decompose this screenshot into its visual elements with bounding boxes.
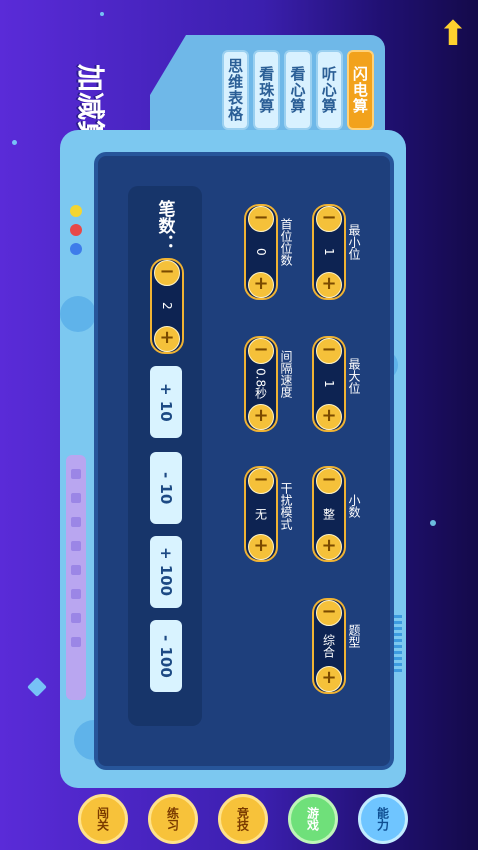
min-digits-stepper[interactable]: − 1 + [312,204,346,300]
plus-10-button[interactable]: + 10 [150,366,182,438]
star-decoration [27,677,47,697]
interval-speed-stepper[interactable]: − 0.8秒 + [244,336,278,432]
question-type-stepper[interactable]: − 综合 + [312,598,346,694]
minus-icon[interactable]: − [248,338,274,364]
count-label: 笔数： [154,200,175,251]
practice-button[interactable]: 练习 [148,794,198,844]
star-decoration [100,12,104,16]
tab-mental-view[interactable]: 看心算 [284,50,312,130]
first-digits-value: 0 [254,248,268,256]
compete-button[interactable]: 竞技 [218,794,268,844]
interval-speed-value: 0.8秒 [253,368,268,400]
max-digits-label: 最大位 [347,358,361,394]
indicator-light [70,205,82,217]
plus-icon[interactable]: + [316,534,342,560]
minus-icon[interactable]: − [316,468,342,494]
decimal-stepper[interactable]: − 整 + [312,466,346,562]
plus-icon[interactable]: + [248,271,274,298]
interference-value: 无 [253,508,268,520]
count-value: 2 [160,302,174,310]
first-digits-label: 首位位数 [279,218,293,266]
star-decoration [430,520,436,526]
max-digits-stepper[interactable]: − 1 + [312,336,346,432]
question-type-label: 题型 [347,624,361,648]
interference-stepper[interactable]: − 无 + [244,466,278,562]
max-digits-value: 1 [322,380,336,388]
indicator-light [70,224,82,236]
first-digits-stepper[interactable]: − 0 + [244,204,278,300]
decimal-value: 整 [321,508,336,520]
min-digits-value: 1 [322,248,336,256]
count-stepper[interactable]: − 2 + [150,258,184,354]
tab-abacus-view[interactable]: 看珠算 [253,50,281,130]
plus-100-button[interactable]: + 100 [150,536,182,608]
minus-icon[interactable]: − [316,338,342,364]
question-type-value: 综合 [321,634,336,658]
min-digits-label: 最小位 [347,224,361,260]
decimal-label: 小数 [347,494,361,518]
minus-100-button[interactable]: - 100 [150,620,182,692]
ability-button[interactable]: 能力 [358,794,408,844]
game-button[interactable]: 游戏 [288,794,338,844]
plus-icon[interactable]: + [316,666,342,692]
challenge-button[interactable]: 闯关 [78,794,128,844]
plus-icon[interactable]: + [316,271,342,298]
app-title: 加减算 [74,64,107,149]
plus-icon[interactable]: + [248,534,274,560]
minus-10-button[interactable]: - 10 [150,452,182,524]
bubble-decoration [60,296,96,332]
interval-speed-label: 间隔速度 [279,350,293,398]
indicator-light [70,243,82,255]
plus-icon[interactable]: + [316,403,342,430]
minus-icon[interactable]: − [316,600,342,626]
star-decoration [12,140,17,145]
minus-icon[interactable]: − [248,468,274,494]
minus-icon[interactable]: − [154,260,180,286]
tab-flash[interactable]: 闪电算 [346,50,375,130]
up-arrow-icon[interactable]: ⬆ [438,14,468,54]
minus-icon[interactable]: − [316,206,342,232]
interference-label: 干扰模式 [279,482,293,530]
minus-icon[interactable]: − [248,206,274,232]
side-slot [66,455,86,700]
tab-mental-listen[interactable]: 听心算 [315,50,343,130]
mode-tabs: 思维表格 看珠算 看心算 听心算 闪电算 [222,50,375,132]
plus-icon[interactable]: + [248,404,274,430]
plus-icon[interactable]: + [154,325,180,352]
tab-thinking-table[interactable]: 思维表格 [222,50,250,130]
